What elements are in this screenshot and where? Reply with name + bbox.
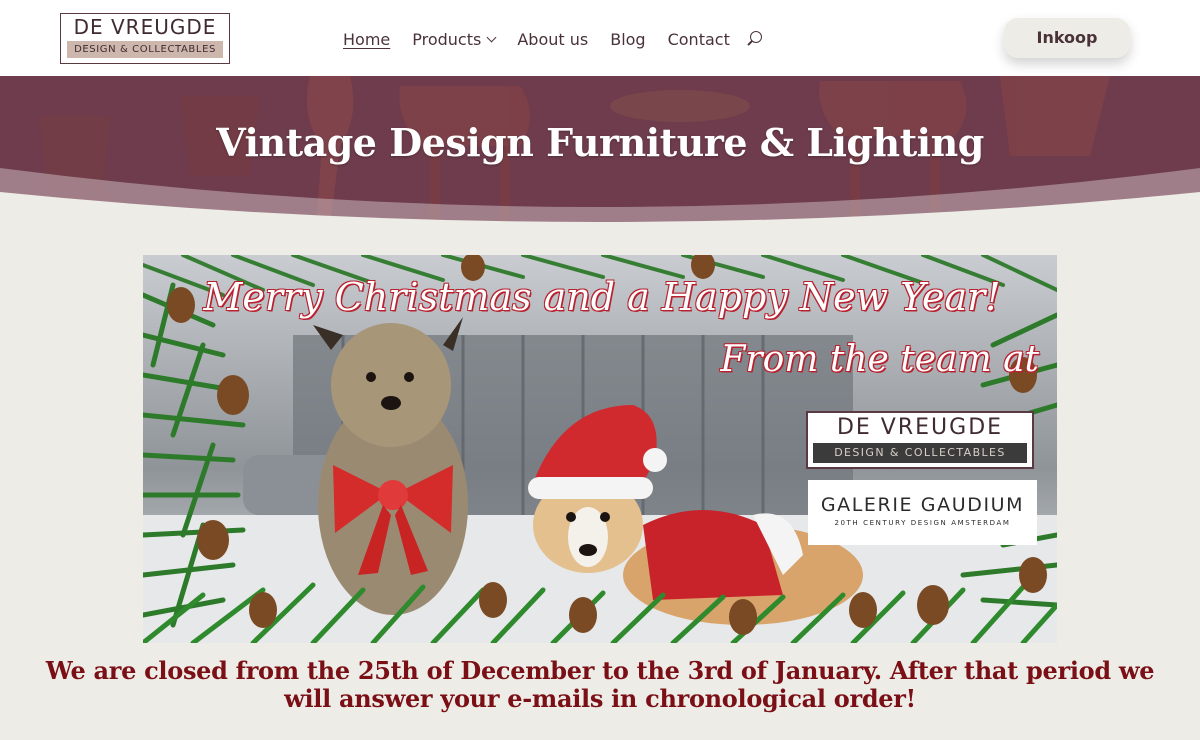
nav-label: Blog <box>610 29 646 49</box>
banner-headline: Merry Christmas and a Happy New Year! <box>203 275 1001 319</box>
nav-item-contact[interactable]: Contact <box>668 30 730 49</box>
chevron-down-icon <box>486 32 497 42</box>
hero-title: Vintage Design Furniture & Lighting <box>216 120 984 165</box>
nav-label: Home <box>343 29 391 49</box>
inkoop-button[interactable]: Inkoop <box>1004 18 1130 58</box>
nav-label: Products <box>412 29 482 49</box>
site-header: DE VREUGDE DESIGN & COLLECTABLES Home Pr… <box>0 0 1200 76</box>
nav-label: Contact <box>667 29 730 49</box>
site-logo[interactable]: DE VREUGDE DESIGN & COLLECTABLES <box>60 13 230 64</box>
logo-subtitle: DESIGN & COLLECTABLES <box>67 41 223 58</box>
nav-item-blog[interactable]: Blog <box>610 30 645 49</box>
logo-title: DE VREUGDE <box>836 415 1004 440</box>
nav-item-products[interactable]: Products <box>412 29 497 49</box>
de-vreugde-logo: DE VREUGDE DESIGN & COLLECTABLES <box>806 411 1034 469</box>
main-nav: Home Products About us Blog Contact <box>343 27 764 51</box>
logo-subtitle: DESIGN & COLLECTABLES <box>813 443 1027 463</box>
logo-title: GALERIE GAUDIUM <box>820 494 1025 516</box>
search-icon[interactable] <box>746 30 764 48</box>
closing-notice: We are closed from the 25th of December … <box>45 656 1155 713</box>
nav-item-about[interactable]: About us <box>517 30 588 49</box>
logo-subtitle: 20TH CENTURY DESIGN AMSTERDAM <box>834 519 1011 527</box>
nav-item-home[interactable]: Home <box>343 30 390 49</box>
christmas-banner: Merry Christmas and a Happy New Year! Fr… <box>143 255 1057 643</box>
hero-banner: Vintage Design Furniture & Lighting <box>0 76 1200 228</box>
banner-subline: From the team at <box>720 339 1039 380</box>
logo-title: DE VREUGDE <box>73 15 217 39</box>
nav-label: About us <box>517 29 589 49</box>
galerie-gaudium-logo: GALERIE GAUDIUM 20TH CENTURY DESIGN AMST… <box>808 480 1037 545</box>
